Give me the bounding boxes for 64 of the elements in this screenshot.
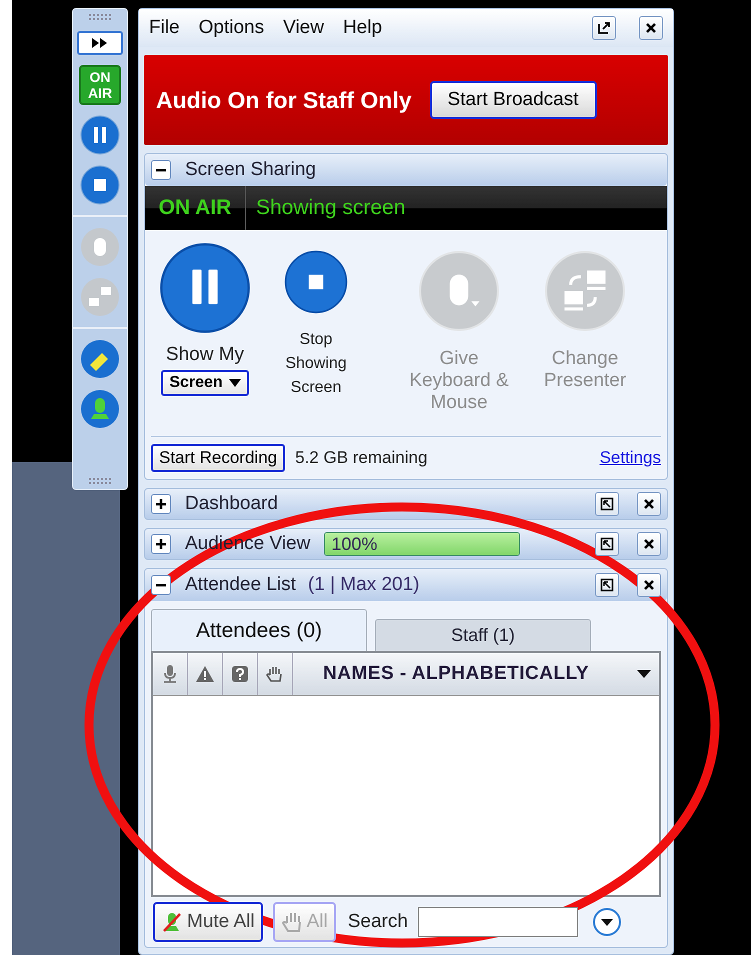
menu-item[interactable]: File — [149, 17, 180, 39]
action-label: Change Presenter — [542, 348, 628, 392]
popout-icon — [597, 21, 611, 35]
screen-dropdown[interactable]: Screen — [161, 370, 249, 396]
highlighter-icon[interactable] — [80, 339, 120, 379]
section-title: Attendee List — [185, 574, 296, 596]
section-header[interactable]: Attendee List (1 | Max 201) — [145, 569, 667, 601]
search-field[interactable] — [418, 907, 578, 937]
popout-button[interactable] — [592, 16, 616, 40]
meter-label: 100% — [330, 534, 378, 554]
stop-icon[interactable] — [284, 250, 348, 314]
grip-icon[interactable] — [88, 13, 112, 21]
start-recording-button[interactable]: Start Recording — [151, 444, 286, 472]
action-label: Show My — [166, 344, 244, 366]
close-icon — [642, 578, 656, 592]
pause-icon[interactable] — [159, 242, 251, 334]
plus-icon — [155, 538, 167, 550]
menu-item[interactable]: Help — [342, 17, 382, 39]
menu-item[interactable]: View — [283, 17, 324, 39]
settings-link[interactable]: Settings — [600, 448, 661, 468]
action-label: Give Keyboard & Mouse — [408, 348, 510, 414]
expand-toggle[interactable] — [151, 494, 171, 514]
restore-icon — [600, 497, 614, 511]
caret-icon — [228, 379, 241, 387]
microphone-icon[interactable] — [80, 389, 120, 429]
tab[interactable]: Attendees (0) — [151, 609, 367, 651]
close-icon — [644, 21, 658, 35]
start-broadcast-button[interactable]: Start Broadcast — [430, 81, 596, 119]
section-title: Dashboard — [185, 493, 278, 515]
close-button[interactable] — [637, 532, 661, 556]
search-label: Search — [348, 911, 408, 933]
close-icon — [642, 497, 656, 511]
dropdown-circle-icon[interactable] — [592, 907, 622, 937]
stop-icon[interactable] — [80, 165, 120, 205]
close-button[interactable] — [639, 16, 663, 40]
action-label: Stop Showing Screen — [284, 330, 348, 398]
restore-button[interactable] — [595, 492, 619, 516]
storage-remaining: 5.2 GB remaining — [295, 448, 428, 468]
section-header[interactable]: Screen Sharing — [145, 154, 667, 186]
collapse-toggle[interactable] — [151, 160, 171, 180]
caret-icon — [637, 670, 651, 678]
on-air-label: ON AIR — [145, 186, 246, 230]
restore-button[interactable] — [595, 532, 619, 556]
restore-button[interactable] — [595, 573, 619, 597]
close-button[interactable] — [637, 492, 661, 516]
pause-icon[interactable] — [80, 115, 120, 155]
expand-button[interactable] — [77, 31, 123, 55]
tab[interactable]: Staff (1) — [375, 619, 591, 651]
mute-all-button[interactable]: Mute All — [153, 902, 263, 942]
attendee-count: (1 | Max 201) — [308, 574, 420, 596]
audio-status: Audio On for Staff Only — [156, 86, 412, 114]
grip-icon[interactable] — [88, 477, 112, 485]
close-button[interactable] — [637, 573, 661, 597]
restore-icon — [600, 537, 614, 551]
plus-icon — [155, 498, 167, 510]
section-title: Screen Sharing — [185, 159, 316, 181]
on-air-badge: ON AIR — [79, 65, 121, 105]
expand-toggle[interactable] — [151, 534, 171, 554]
menu-item[interactable]: Options — [198, 17, 264, 39]
restore-icon — [600, 578, 614, 592]
collapse-toggle[interactable] — [151, 575, 171, 595]
close-icon — [642, 537, 656, 551]
status-text: Showing screen — [255, 196, 406, 220]
muted-microphone-icon — [161, 911, 183, 933]
